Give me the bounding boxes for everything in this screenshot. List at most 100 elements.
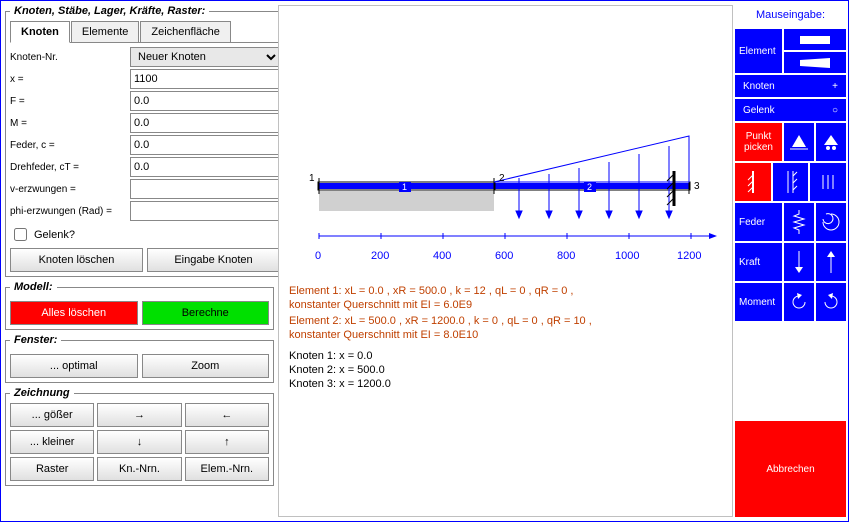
force-up-icon — [825, 251, 837, 273]
node-label-3: 3 — [694, 181, 700, 192]
label-x: x = — [10, 74, 130, 85]
palette-element-const[interactable] — [784, 29, 846, 50]
checkbox-gelenk[interactable] — [14, 228, 27, 241]
palette-support-pin[interactable] — [784, 123, 814, 161]
btn-clear-all[interactable]: Alles löschen — [10, 301, 138, 325]
btn-optimal[interactable]: ... optimal — [10, 354, 138, 378]
label-drehfeder: Drehfeder, cT = — [10, 162, 130, 173]
panel-modell: Modell: Alles löschen Berechne — [5, 281, 274, 330]
input-f[interactable] — [130, 91, 280, 111]
palette-support-slide[interactable] — [773, 163, 809, 201]
btn-raster[interactable]: Raster — [10, 457, 94, 481]
btn-bigger[interactable]: ... gößer — [10, 403, 94, 427]
node-label-1: 1 — [309, 173, 315, 184]
btn-calculate[interactable]: Berechne — [142, 301, 270, 325]
elem1-line2: konstanter Querschnitt mit EI = 6.0E9 — [289, 298, 472, 313]
palette-spring-vert[interactable] — [784, 203, 814, 241]
input-x[interactable] — [130, 69, 280, 89]
palette-force-down[interactable] — [784, 243, 814, 281]
panel-zeichnung: Zeichnung ... gößer → ← ... kleiner ↓ ↑ … — [5, 387, 274, 486]
tick-0: 0 — [315, 250, 321, 262]
arrow-left-icon: ← — [221, 409, 232, 421]
palette-force-up[interactable] — [816, 243, 846, 281]
tabs: Knoten Elemente Zeichenfläche — [10, 21, 280, 43]
input-verz[interactable] — [130, 179, 280, 199]
elem2-line2: konstanter Querschnitt mit EI = 8.0E10 — [289, 328, 478, 343]
btn-delete-knoten[interactable]: Knoten löschen — [10, 248, 143, 272]
input-feder[interactable] — [130, 135, 280, 155]
btn-smaller[interactable]: ... kleiner — [10, 430, 94, 454]
beam-const-icon — [800, 36, 830, 44]
tick-5: 1000 — [615, 250, 639, 262]
palette-gelenk[interactable]: Gelenk ○ — [735, 99, 846, 121]
tick-2: 400 — [433, 250, 451, 262]
tick-1: 200 — [371, 250, 389, 262]
input-drehfeder[interactable] — [130, 157, 280, 177]
beam-label-2: 2 — [587, 182, 592, 192]
palette-support-fixed[interactable] — [735, 163, 771, 201]
kn1: Knoten 1: x = 0.0 — [289, 350, 372, 362]
btn-right[interactable]: → — [97, 403, 181, 427]
circle-icon: ○ — [832, 105, 838, 116]
beam-taper-icon — [800, 58, 830, 68]
node-label-2: 2 — [499, 173, 505, 184]
palette-spring-rot[interactable] — [816, 203, 846, 241]
plus-icon: + — [832, 81, 838, 92]
palette-element-taper[interactable] — [784, 52, 846, 73]
btn-up[interactable]: ↑ — [185, 430, 269, 454]
input-phi[interactable] — [130, 201, 280, 221]
palette-knoten[interactable]: Knoten + — [735, 75, 846, 97]
tick-6: 1200 — [677, 250, 701, 262]
canvas-area[interactable]: 1 2 3 1 2 0 200 400 600 800 1000 — [278, 5, 733, 517]
btn-left[interactable]: ← — [185, 403, 269, 427]
input-m[interactable] — [130, 113, 280, 133]
beam-label-1: 1 — [402, 182, 407, 192]
btn-input-knoten[interactable]: Eingabe Knoten — [147, 248, 280, 272]
palette-feder-label: Feder — [735, 203, 782, 241]
btn-zoom[interactable]: Zoom — [142, 354, 270, 378]
guided-support-icon — [819, 173, 837, 191]
label-knoten-nr: Knoten-Nr. — [10, 52, 130, 63]
tick-3: 600 — [495, 250, 513, 262]
palette-moment-label: Moment — [735, 283, 782, 321]
rotspring-icon — [821, 212, 841, 232]
label-m: M = — [10, 118, 130, 129]
palette-punkt-label: Punkt picken — [735, 123, 782, 161]
fixed-support-icon — [746, 171, 760, 193]
moment-ccw-icon — [789, 292, 809, 312]
panel-zeichnung-legend: Zeichnung — [10, 387, 74, 399]
tab-zeichen[interactable]: Zeichenfläche — [140, 21, 231, 42]
beam-diagram: 1 2 3 1 2 — [289, 126, 729, 256]
spring-icon — [792, 210, 806, 234]
palette-kraft-label: Kraft — [735, 243, 782, 281]
label-gelenk: Gelenk? — [34, 229, 75, 241]
palette-element-label: Element — [735, 29, 782, 73]
label-phi: phi-erzwungen (Rad) = — [10, 206, 130, 217]
roller-support-icon — [822, 133, 840, 151]
tab-knoten[interactable]: Knoten — [10, 21, 70, 43]
kn2: Knoten 2: x = 500.0 — [289, 364, 385, 376]
right-palette: Mauseingabe: Element Knoten + Gelenk ○ — [733, 1, 848, 521]
tick-4: 800 — [557, 250, 575, 262]
palette-support-roller[interactable] — [816, 123, 846, 161]
palette-moment-ccw[interactable] — [784, 283, 814, 321]
force-down-icon — [793, 251, 805, 273]
select-knoten-nr[interactable]: Neuer Knoten — [130, 47, 280, 67]
btn-elnrn[interactable]: Elem.-Nrn. — [185, 457, 269, 481]
slide-support-icon — [784, 171, 798, 193]
arrow-right-icon: → — [134, 409, 145, 421]
elem1-line1: Element 1: xL = 0.0 , xR = 500.0 , k = 1… — [289, 284, 573, 299]
elem2-line1: Element 2: xL = 500.0 , xR = 1200.0 , k … — [289, 314, 592, 329]
label-feder: Feder, c = — [10, 140, 130, 151]
palette-moment-cw[interactable] — [816, 283, 846, 321]
palette-support-guided[interactable] — [810, 163, 846, 201]
btn-down[interactable]: ↓ — [97, 430, 181, 454]
label-verz: v-erzwungen = — [10, 184, 130, 195]
panel-main-legend: Knoten, Stäbe, Lager, Kräfte, Raster: — [10, 5, 209, 17]
btn-knnrn[interactable]: Kn.-Nrn. — [97, 457, 181, 481]
kn3: Knoten 3: x = 1200.0 — [289, 378, 391, 390]
right-title: Mauseingabe: — [735, 5, 846, 27]
btn-abbrechen[interactable]: Abbrechen — [735, 421, 846, 517]
tab-elemente[interactable]: Elemente — [71, 21, 139, 42]
pin-support-icon — [790, 133, 808, 151]
